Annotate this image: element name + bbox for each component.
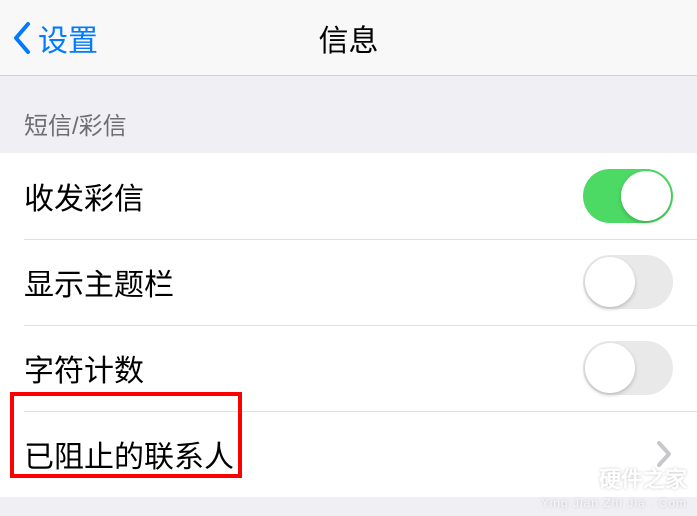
row-label-subject: 显示主题栏: [24, 260, 174, 304]
row-label-charcount: 字符计数: [24, 346, 144, 390]
watermark-logo-icon: [563, 463, 593, 493]
watermark: 硬件之家 Ying Jian Zhi Jia . Com: [541, 462, 687, 510]
row-label-blocked: 已阻止的联系人: [24, 432, 234, 476]
toggle-mms[interactable]: [583, 169, 673, 223]
row-mms: 收发彩信: [0, 153, 697, 239]
row-label-mms: 收发彩信: [24, 174, 144, 218]
settings-list: 收发彩信 显示主题栏 字符计数 已阻止的联系人: [0, 153, 697, 497]
section-header: 短信/彩信: [0, 76, 697, 153]
navigation-bar: 设置 信息: [0, 0, 697, 76]
row-subject: 显示主题栏: [0, 239, 697, 325]
watermark-title: 硬件之家: [599, 462, 687, 494]
back-button[interactable]: 设置: [0, 16, 98, 60]
chevron-left-icon: [12, 21, 32, 55]
watermark-subtitle: Ying Jian Zhi Jia . Com: [541, 496, 687, 510]
toggle-subject[interactable]: [583, 255, 673, 309]
row-charcount: 字符计数: [0, 325, 697, 411]
toggle-charcount[interactable]: [583, 341, 673, 395]
back-label: 设置: [38, 16, 98, 60]
page-title: 信息: [319, 16, 379, 60]
